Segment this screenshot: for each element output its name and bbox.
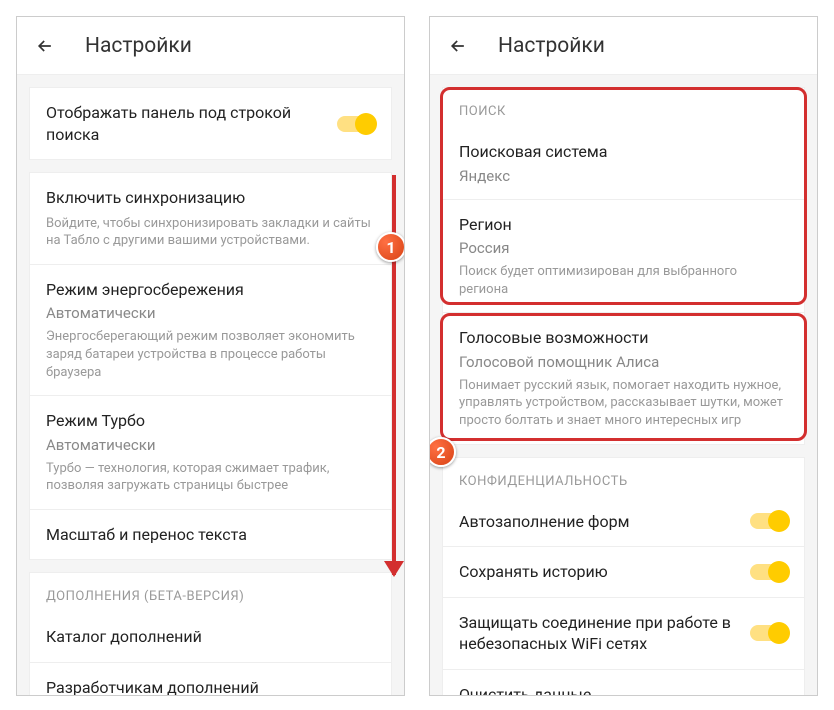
panel-toggle-label: Отображать панель под строкой поиска [46,102,325,145]
devs-title: Разработчикам дополнений [46,677,375,696]
voice-row[interactable]: Голосовые возможности Голосовой помощник… [443,313,804,443]
autofill-switch[interactable] [750,513,788,529]
turbo-row[interactable]: Режим Турбо Автоматически Турбо — технол… [30,396,391,510]
history-row[interactable]: Сохранять историю [443,547,804,598]
region-row[interactable]: Регион Россия Поиск будет оптимизирован … [443,200,804,314]
region-title: Регион [459,214,788,236]
sync-row[interactable]: Включить синхронизацию Войдите, чтобы си… [30,173,391,265]
sync-card: Включить синхронизацию Войдите, чтобы си… [29,172,392,560]
powersave-value: Автоматически [46,304,375,322]
content: Отображать панель под строкой поиска Вкл… [17,87,404,696]
search-card: Поисковая система Яндекс Регион Россия П… [442,127,805,445]
appbar: Настройки [17,17,404,75]
powersave-desc: Энергосберегающий режим позволяет эконом… [46,328,375,381]
clear-row[interactable]: Очистить данные [443,670,804,696]
page-title: Настройки [85,34,192,58]
voice-title: Голосовые возможности [459,327,788,349]
back-icon[interactable] [33,34,57,58]
addons-header: ДОПОЛНЕНИЯ (БЕТА-ВЕРСИЯ) [29,572,392,612]
history-switch[interactable] [750,564,788,580]
region-desc: Поиск будет оптимизирован для выбранного… [459,263,788,298]
clear-title: Очистить данные [459,684,788,696]
search-engine-title: Поисковая система [459,141,788,163]
appbar: Настройки [430,17,817,75]
autofill-title: Автозаполнение форм [459,511,738,533]
page-title: Настройки [498,34,605,58]
zoom-title: Масштаб и перенос текста [46,524,375,546]
search-engine-row[interactable]: Поисковая система Яндекс [443,127,804,200]
turbo-value: Автоматически [46,436,375,454]
sync-title: Включить синхронизацию [46,187,375,209]
privacy-card: Автозаполнение форм Сохранять историю За… [442,497,805,696]
content: ПОИСК Поисковая система Яндекс Регион Ро… [430,87,817,696]
catalog-row[interactable]: Каталог дополнений [30,612,391,663]
voice-value: Голосовой помощник Алиса [459,353,788,371]
turbo-desc: Турбо — технология, которая сжимает траф… [46,460,375,495]
protect-switch[interactable] [750,625,788,641]
search-header: ПОИСК [442,87,805,127]
region-value: Россия [459,239,788,257]
voice-desc: Понимает русский язык, помогает находить… [459,377,788,430]
panel-toggle-card: Отображать панель под строкой поиска [29,87,392,160]
powersave-title: Режим энергосбережения [46,279,375,301]
screen-left: Настройки Отображать панель под строкой … [16,16,405,696]
protect-title: Защищать соединение при работе в небезоп… [459,612,738,655]
catalog-title: Каталог дополнений [46,626,375,648]
powersave-row[interactable]: Режим энергосбережения Автоматически Эне… [30,265,391,396]
screen-right: Настройки ПОИСК Поисковая система Яндекс… [429,16,818,696]
addons-card: Каталог дополнений Разработчикам дополне… [29,612,392,696]
sync-desc: Войдите, чтобы синхронизировать закладки… [46,215,375,250]
panel-toggle-switch[interactable] [337,116,375,132]
protect-row[interactable]: Защищать соединение при работе в небезоп… [443,598,804,670]
devs-row[interactable]: Разработчикам дополнений [30,663,391,696]
search-engine-value: Яндекс [459,167,788,185]
turbo-title: Режим Турбо [46,410,375,432]
back-icon[interactable] [446,34,470,58]
privacy-header: КОНФИДЕНЦИАЛЬНОСТЬ [442,457,805,497]
history-title: Сохранять историю [459,561,738,583]
panel-toggle-row[interactable]: Отображать панель под строкой поиска [30,88,391,159]
zoom-row[interactable]: Масштаб и перенос текста [30,510,391,560]
autofill-row[interactable]: Автозаполнение форм [443,497,804,548]
